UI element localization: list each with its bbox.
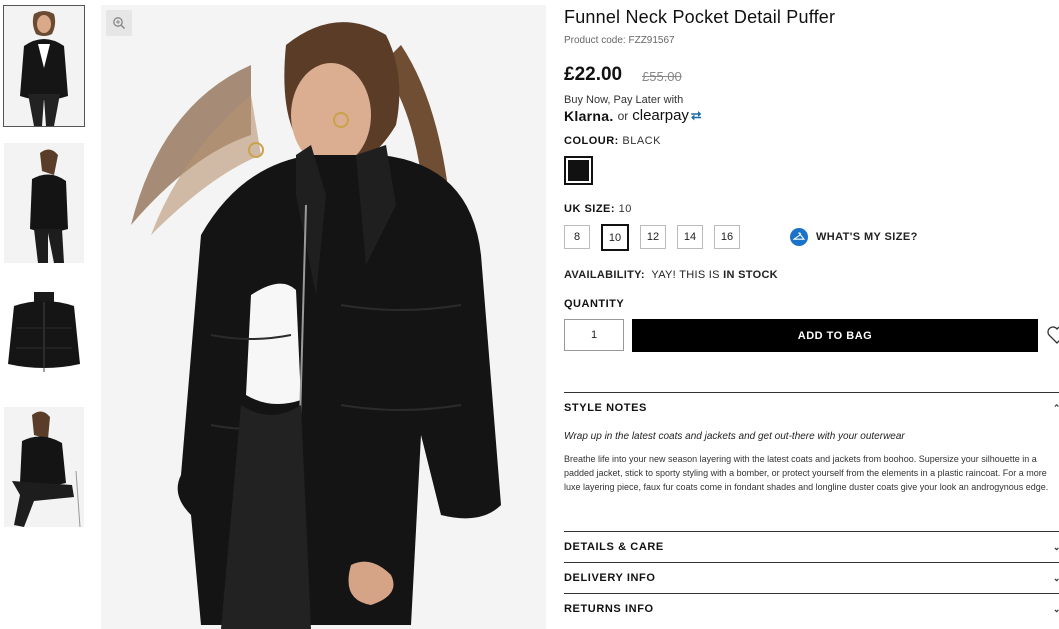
heart-icon[interactable] [1044,321,1059,347]
size-option-12[interactable]: 12 [640,225,666,249]
bnpl-logos: Klarna. or clearpay ⮂ [564,107,701,124]
size-option-8[interactable]: 8 [564,225,590,249]
thumbnail-1[interactable] [3,5,85,127]
current-price: £22.00 [564,64,623,85]
size-option-14[interactable]: 14 [677,225,703,249]
product-code: Product code: FZZ91567 [564,35,675,46]
colour-label: COLOUR: BLACK [564,135,661,147]
chevron-up-icon: ⌃ [1052,403,1059,413]
availability-status: IN STOCK [723,269,778,281]
size-label-key: UK SIZE: [564,203,616,215]
swatch-fill [568,160,589,181]
clearpay-logo[interactable]: clearpay [632,107,689,124]
thumbnail-2[interactable] [4,143,84,263]
quantity-label: QUANTITY [564,298,625,310]
size-options: 8 10 12 14 16 [564,224,740,251]
thumbnail-3[interactable] [4,280,84,400]
thumbnail-model-seated [4,407,84,527]
clearpay-arrows-icon: ⮂ [690,107,702,123]
thumbnail-model-side [4,143,84,263]
details-care-title: DETAILS & CARE [564,541,664,553]
delivery-info-title: DELIVERY INFO [564,572,656,584]
bnpl-or: or [617,108,629,123]
product-title: Funnel Neck Pocket Detail Puffer [564,7,836,27]
quantity-input[interactable] [564,319,624,351]
hanger-icon [790,228,808,246]
thumbnail-jacket-flat [4,280,84,400]
colour-swatch-black[interactable] [564,156,593,185]
size-option-10[interactable]: 10 [601,224,629,251]
model-wearing-puffer-image [101,5,546,629]
returns-info-title: RETURNS INFO [564,603,654,615]
thumbnail-model-front [4,6,84,126]
style-notes-body: Breathe life into your new season layeri… [564,454,1049,492]
details-care-section: DETAILS & CARE ⌄ [564,531,1059,562]
bnpl-text: Buy Now, Pay Later with [564,94,684,106]
delivery-info-header[interactable]: DELIVERY INFO ⌄ [564,563,1059,593]
main-product-image[interactable] [101,5,546,629]
style-notes-lead: Wrap up in the latest coats and jackets … [564,431,905,442]
delivery-info-section: DELIVERY INFO ⌄ [564,562,1059,593]
returns-info-section: RETURNS INFO ⌄ [564,593,1059,624]
chevron-down-icon: ⌄ [1052,573,1059,583]
details-care-header[interactable]: DETAILS & CARE ⌄ [564,532,1059,562]
thumbnail-4[interactable] [4,407,84,527]
colour-label-key: COLOUR: [564,135,619,147]
style-notes-title: STYLE NOTES [564,402,647,414]
whats-my-size-link[interactable]: WHAT'S MY SIZE? [790,228,918,246]
size-option-16[interactable]: 16 [714,225,740,249]
chevron-down-icon: ⌄ [1052,604,1059,614]
availability: AVAILABILITY: YAY! THIS IS IN STOCK [564,269,778,281]
chevron-down-icon: ⌄ [1052,542,1059,552]
whats-my-size-label: WHAT'S MY SIZE? [816,231,918,243]
size-label-value: 10 [618,203,632,215]
style-notes-header[interactable]: STYLE NOTES ⌃ [564,393,1059,423]
zoom-icon[interactable] [106,10,132,36]
add-to-bag-button[interactable]: ADD TO BAG [632,319,1038,352]
returns-info-header[interactable]: RETURNS INFO ⌄ [564,594,1059,624]
style-notes-section: STYLE NOTES ⌃ Wrap up in the latest coat… [564,392,1059,508]
klarna-logo[interactable]: Klarna. [564,108,614,124]
original-price: £55.00 [642,69,682,84]
availability-label: AVAILABILITY: [564,269,645,281]
colour-label-value: BLACK [622,135,661,147]
availability-text: YAY! THIS IS [651,269,720,281]
size-label: UK SIZE: 10 [564,203,632,215]
